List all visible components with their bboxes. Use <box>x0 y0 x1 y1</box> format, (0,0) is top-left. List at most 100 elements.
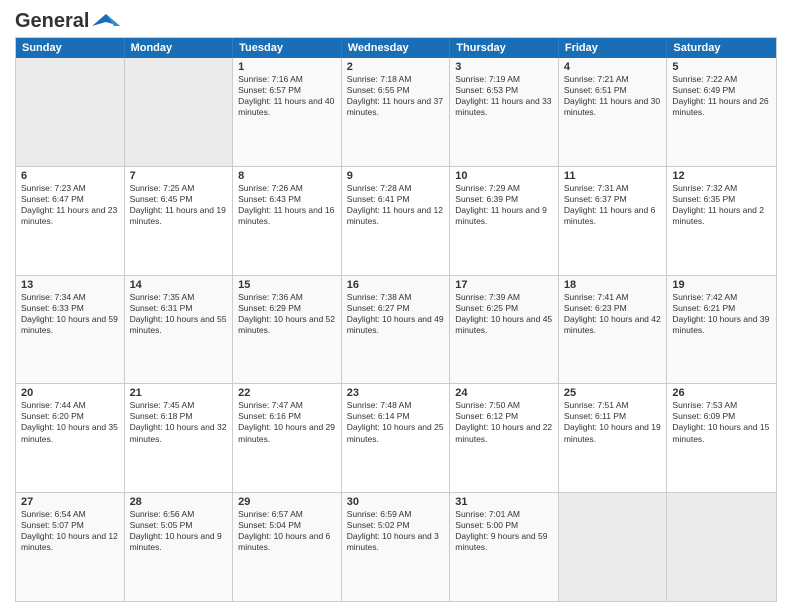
cell-info: Sunrise: 7:41 AMSunset: 6:23 PMDaylight:… <box>564 292 662 336</box>
cal-cell: 25Sunrise: 7:51 AMSunset: 6:11 PMDayligh… <box>559 384 668 492</box>
day-number: 5 <box>672 61 771 73</box>
cell-info: Sunrise: 7:18 AMSunset: 6:55 PMDaylight:… <box>347 74 445 118</box>
day-number: 25 <box>564 387 662 399</box>
cal-cell: 11Sunrise: 7:31 AMSunset: 6:37 PMDayligh… <box>559 167 668 275</box>
cal-cell <box>16 58 125 166</box>
day-number: 1 <box>238 61 336 73</box>
day-of-week-wednesday: Wednesday <box>342 38 451 58</box>
cell-info: Sunrise: 6:56 AMSunset: 5:05 PMDaylight:… <box>130 509 228 553</box>
cell-info: Sunrise: 7:26 AMSunset: 6:43 PMDaylight:… <box>238 183 336 227</box>
day-number: 30 <box>347 496 445 508</box>
cal-cell: 31Sunrise: 7:01 AMSunset: 5:00 PMDayligh… <box>450 493 559 601</box>
day-of-week-sunday: Sunday <box>16 38 125 58</box>
cell-info: Sunrise: 7:39 AMSunset: 6:25 PMDaylight:… <box>455 292 553 336</box>
day-number: 31 <box>455 496 553 508</box>
cell-info: Sunrise: 7:53 AMSunset: 6:09 PMDaylight:… <box>672 400 771 444</box>
cell-info: Sunrise: 7:01 AMSunset: 5:00 PMDaylight:… <box>455 509 553 553</box>
cal-cell: 6Sunrise: 7:23 AMSunset: 6:47 PMDaylight… <box>16 167 125 275</box>
cal-cell: 13Sunrise: 7:34 AMSunset: 6:33 PMDayligh… <box>16 276 125 384</box>
cal-cell: 8Sunrise: 7:26 AMSunset: 6:43 PMDaylight… <box>233 167 342 275</box>
cell-info: Sunrise: 7:44 AMSunset: 6:20 PMDaylight:… <box>21 400 119 444</box>
logo: General <box>15 10 120 29</box>
day-number: 12 <box>672 170 771 182</box>
day-of-week-monday: Monday <box>125 38 234 58</box>
day-number: 13 <box>21 279 119 291</box>
day-number: 16 <box>347 279 445 291</box>
cal-cell: 2Sunrise: 7:18 AMSunset: 6:55 PMDaylight… <box>342 58 451 166</box>
cell-info: Sunrise: 7:32 AMSunset: 6:35 PMDaylight:… <box>672 183 771 227</box>
day-number: 17 <box>455 279 553 291</box>
cal-cell <box>559 493 668 601</box>
cal-cell: 26Sunrise: 7:53 AMSunset: 6:09 PMDayligh… <box>667 384 776 492</box>
day-number: 21 <box>130 387 228 399</box>
cell-info: Sunrise: 7:28 AMSunset: 6:41 PMDaylight:… <box>347 183 445 227</box>
day-number: 20 <box>21 387 119 399</box>
header: General <box>15 10 777 29</box>
day-number: 4 <box>564 61 662 73</box>
cell-info: Sunrise: 7:31 AMSunset: 6:37 PMDaylight:… <box>564 183 662 227</box>
cell-info: Sunrise: 7:22 AMSunset: 6:49 PMDaylight:… <box>672 74 771 118</box>
day-of-week-thursday: Thursday <box>450 38 559 58</box>
cal-cell <box>125 58 234 166</box>
day-number: 18 <box>564 279 662 291</box>
day-number: 11 <box>564 170 662 182</box>
cell-info: Sunrise: 6:59 AMSunset: 5:02 PMDaylight:… <box>347 509 445 553</box>
cell-info: Sunrise: 7:50 AMSunset: 6:12 PMDaylight:… <box>455 400 553 444</box>
cal-cell <box>667 493 776 601</box>
calendar: SundayMondayTuesdayWednesdayThursdayFrid… <box>15 37 777 602</box>
cell-info: Sunrise: 7:47 AMSunset: 6:16 PMDaylight:… <box>238 400 336 444</box>
cell-info: Sunrise: 7:48 AMSunset: 6:14 PMDaylight:… <box>347 400 445 444</box>
cell-info: Sunrise: 7:51 AMSunset: 6:11 PMDaylight:… <box>564 400 662 444</box>
cell-info: Sunrise: 7:16 AMSunset: 6:57 PMDaylight:… <box>238 74 336 118</box>
cal-cell: 16Sunrise: 7:38 AMSunset: 6:27 PMDayligh… <box>342 276 451 384</box>
cell-info: Sunrise: 7:35 AMSunset: 6:31 PMDaylight:… <box>130 292 228 336</box>
week-row-2: 6Sunrise: 7:23 AMSunset: 6:47 PMDaylight… <box>16 166 776 275</box>
day-number: 19 <box>672 279 771 291</box>
day-number: 9 <box>347 170 445 182</box>
day-of-week-tuesday: Tuesday <box>233 38 342 58</box>
cal-cell: 15Sunrise: 7:36 AMSunset: 6:29 PMDayligh… <box>233 276 342 384</box>
day-number: 26 <box>672 387 771 399</box>
cal-cell: 12Sunrise: 7:32 AMSunset: 6:35 PMDayligh… <box>667 167 776 275</box>
cell-info: Sunrise: 7:19 AMSunset: 6:53 PMDaylight:… <box>455 74 553 118</box>
day-number: 14 <box>130 279 228 291</box>
calendar-body: 1Sunrise: 7:16 AMSunset: 6:57 PMDaylight… <box>16 58 776 601</box>
cal-cell: 1Sunrise: 7:16 AMSunset: 6:57 PMDaylight… <box>233 58 342 166</box>
cal-cell: 30Sunrise: 6:59 AMSunset: 5:02 PMDayligh… <box>342 493 451 601</box>
cal-cell: 22Sunrise: 7:47 AMSunset: 6:16 PMDayligh… <box>233 384 342 492</box>
calendar-header: SundayMondayTuesdayWednesdayThursdayFrid… <box>16 38 776 58</box>
cell-info: Sunrise: 7:38 AMSunset: 6:27 PMDaylight:… <box>347 292 445 336</box>
day-number: 29 <box>238 496 336 508</box>
logo-bird-icon <box>92 12 120 32</box>
cal-cell: 4Sunrise: 7:21 AMSunset: 6:51 PMDaylight… <box>559 58 668 166</box>
cell-info: Sunrise: 7:23 AMSunset: 6:47 PMDaylight:… <box>21 183 119 227</box>
day-number: 23 <box>347 387 445 399</box>
cal-cell: 3Sunrise: 7:19 AMSunset: 6:53 PMDaylight… <box>450 58 559 166</box>
cal-cell: 20Sunrise: 7:44 AMSunset: 6:20 PMDayligh… <box>16 384 125 492</box>
cal-cell: 17Sunrise: 7:39 AMSunset: 6:25 PMDayligh… <box>450 276 559 384</box>
week-row-3: 13Sunrise: 7:34 AMSunset: 6:33 PMDayligh… <box>16 275 776 384</box>
cell-info: Sunrise: 7:25 AMSunset: 6:45 PMDaylight:… <box>130 183 228 227</box>
cal-cell: 27Sunrise: 6:54 AMSunset: 5:07 PMDayligh… <box>16 493 125 601</box>
week-row-4: 20Sunrise: 7:44 AMSunset: 6:20 PMDayligh… <box>16 383 776 492</box>
day-number: 24 <box>455 387 553 399</box>
cal-cell: 14Sunrise: 7:35 AMSunset: 6:31 PMDayligh… <box>125 276 234 384</box>
cal-cell: 5Sunrise: 7:22 AMSunset: 6:49 PMDaylight… <box>667 58 776 166</box>
day-number: 10 <box>455 170 553 182</box>
cal-cell: 18Sunrise: 7:41 AMSunset: 6:23 PMDayligh… <box>559 276 668 384</box>
cal-cell: 28Sunrise: 6:56 AMSunset: 5:05 PMDayligh… <box>125 493 234 601</box>
cell-info: Sunrise: 6:57 AMSunset: 5:04 PMDaylight:… <box>238 509 336 553</box>
day-number: 8 <box>238 170 336 182</box>
cell-info: Sunrise: 7:42 AMSunset: 6:21 PMDaylight:… <box>672 292 771 336</box>
calendar-page: General SundayMondayTuesdayWednesdayThur… <box>0 0 792 612</box>
cal-cell: 19Sunrise: 7:42 AMSunset: 6:21 PMDayligh… <box>667 276 776 384</box>
day-number: 22 <box>238 387 336 399</box>
logo-general: General <box>15 10 89 33</box>
cal-cell: 21Sunrise: 7:45 AMSunset: 6:18 PMDayligh… <box>125 384 234 492</box>
day-number: 15 <box>238 279 336 291</box>
cell-info: Sunrise: 6:54 AMSunset: 5:07 PMDaylight:… <box>21 509 119 553</box>
cell-info: Sunrise: 7:21 AMSunset: 6:51 PMDaylight:… <box>564 74 662 118</box>
week-row-5: 27Sunrise: 6:54 AMSunset: 5:07 PMDayligh… <box>16 492 776 601</box>
cal-cell: 9Sunrise: 7:28 AMSunset: 6:41 PMDaylight… <box>342 167 451 275</box>
day-number: 6 <box>21 170 119 182</box>
